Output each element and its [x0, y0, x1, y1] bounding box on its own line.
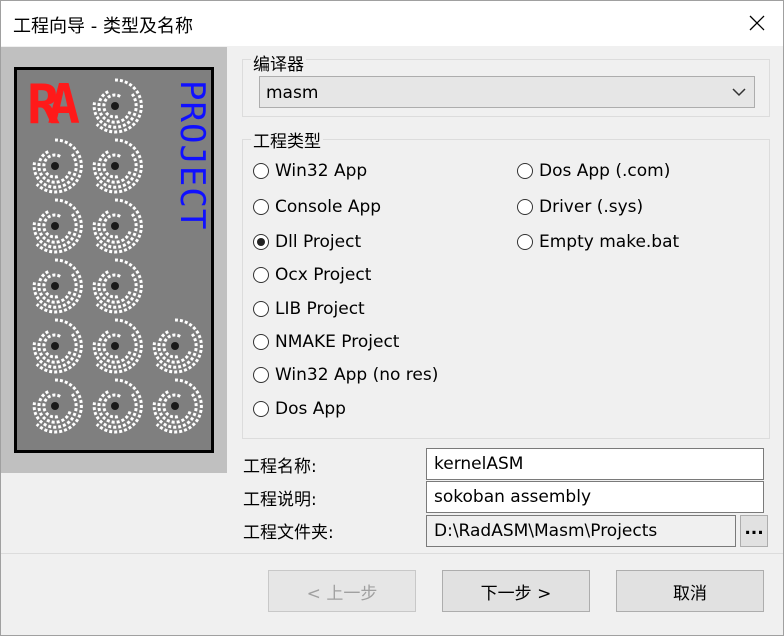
close-icon — [749, 15, 765, 31]
radio-label: Dos App (.com) — [539, 161, 671, 181]
compiler-select[interactable]: masm — [259, 76, 755, 108]
project-name-input[interactable]: kernelASM — [426, 448, 764, 480]
back-button[interactable]: < 上一步 — [268, 570, 416, 612]
swirl-icon — [32, 318, 83, 374]
swirl-icon — [32, 138, 83, 194]
project-description-input[interactable]: sokoban assembly — [426, 481, 764, 513]
radio-win32-app-no-res[interactable]: Win32 App (no res) — [253, 365, 438, 385]
swirl-icon — [92, 258, 143, 314]
radio-label: Dll Project — [275, 232, 362, 252]
radio-indicator — [517, 199, 533, 215]
radio-indicator-selected — [253, 234, 269, 250]
radio-nmake-project[interactable]: NMAKE Project — [253, 332, 399, 352]
radio-label: Win32 App (no res) — [275, 365, 439, 385]
radio-win32-app[interactable]: Win32 App — [253, 161, 367, 181]
swirl-icon — [92, 78, 143, 134]
radio-label: NMAKE Project — [275, 332, 400, 352]
project-folder-input[interactable]: D:\RadASM\Masm\Projects — [426, 515, 736, 547]
radio-label: Console App — [275, 197, 382, 217]
cancel-button[interactable]: 取消 — [616, 570, 764, 612]
radio-console-app[interactable]: Console App — [253, 197, 381, 217]
radio-empty-make-bat[interactable]: Empty make.bat — [517, 232, 679, 252]
browse-folder-button[interactable]: ... — [740, 515, 768, 547]
radio-indicator — [253, 267, 269, 283]
swirl-icon — [32, 258, 83, 314]
swirl-icon — [92, 138, 143, 194]
radio-dos-app[interactable]: Dos App — [253, 399, 346, 419]
project-vertical-text: PROJECT — [172, 80, 212, 231]
window-title: 工程向导 - 类型及名称 — [13, 16, 193, 37]
radio-indicator — [253, 199, 269, 215]
radio-indicator — [253, 334, 269, 350]
radio-label: Ocx Project — [275, 265, 372, 285]
radio-indicator — [253, 301, 269, 317]
swirl-icon — [92, 318, 143, 374]
radio-label: Driver (.sys) — [539, 197, 644, 217]
swirl-icon — [32, 378, 83, 434]
button-separator — [1, 553, 783, 554]
project-type-group — [242, 139, 770, 439]
compiler-selected-value: masm — [266, 83, 319, 103]
radio-driver-sys[interactable]: Driver (.sys) — [517, 197, 643, 217]
swirl-icon — [32, 198, 83, 254]
radio-label: Win32 App — [275, 161, 368, 181]
radio-label: Empty make.bat — [539, 232, 680, 252]
compiler-group-label: 编译器 — [251, 50, 306, 75]
close-button[interactable] — [737, 5, 777, 41]
wizard-window: 工程向导 - 类型及名称 RA PROJECT 编译器 masm 工程类型 Wi… — [0, 0, 784, 636]
swirl-icon — [152, 378, 203, 434]
project-type-group-label: 工程类型 — [251, 127, 323, 152]
radio-dll-project[interactable]: Dll Project — [253, 232, 361, 252]
radasm-logo: RA — [27, 73, 80, 136]
radio-dos-app-com[interactable]: Dos App (.com) — [517, 161, 670, 181]
swirl-icon — [92, 198, 143, 254]
swirl-icon — [152, 318, 203, 374]
radio-indicator — [253, 163, 269, 179]
radio-label: LIB Project — [275, 299, 365, 319]
title-bar: 工程向导 - 类型及名称 — [1, 1, 783, 46]
radio-lib-project[interactable]: LIB Project — [253, 299, 365, 319]
radio-indicator — [517, 234, 533, 250]
next-button[interactable]: 下一步 > — [442, 570, 590, 612]
project-name-label: 工程名称: — [243, 457, 317, 477]
swirl-icon — [92, 378, 143, 434]
wizard-banner: RA PROJECT — [1, 47, 227, 473]
project-logo-panel: RA PROJECT — [14, 67, 214, 453]
radio-indicator — [517, 163, 533, 179]
radio-indicator — [253, 367, 269, 383]
radio-ocx-project[interactable]: Ocx Project — [253, 265, 371, 285]
project-folder-label: 工程文件夹: — [243, 523, 334, 543]
project-description-label: 工程说明: — [243, 490, 317, 510]
radio-label: Dos App — [275, 399, 346, 419]
chevron-down-icon — [732, 88, 746, 97]
radio-indicator — [253, 401, 269, 417]
